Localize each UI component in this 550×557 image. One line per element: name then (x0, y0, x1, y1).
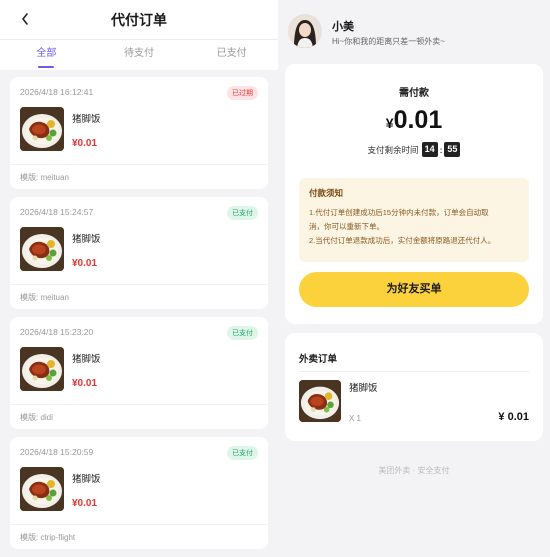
payment-notice: 付款须知 1.代付订单创建成功后15分钟内未付款，订单会自动取 消，你可以重新下… (299, 178, 529, 262)
user-subtitle: Hi~你和我的距离只差一顿外卖~ (332, 37, 445, 46)
order-card[interactable]: 2026/4/18 16:12:41 已过期 猪脚饭 ¥0.01 模版: mei… (10, 77, 268, 189)
footer-text: 美团外卖 · 安全支付 (378, 466, 450, 475)
notice-line: 2.当代付订单退款成功后，实付金额将原路退还代付人。 (309, 236, 496, 245)
food-image (20, 227, 64, 271)
tab-all[interactable]: 全部 (0, 40, 93, 70)
item-name: 猪脚饭 (349, 383, 378, 394)
template-label: 模版: meituan (20, 293, 69, 302)
divider (299, 371, 529, 372)
food-name: 猪脚饭 (72, 354, 101, 365)
order-card[interactable]: 2026/4/18 15:20:59 已支付 猪脚饭 ¥0.01 模版: ctr… (10, 437, 268, 549)
payment-panel: 小美 Hi~你和我的距离只差一顿外卖~ 需付款 ¥0.01 支付剩余时间 14:5… (278, 0, 550, 557)
timer-colon: : (439, 144, 443, 155)
item-quantity: X 1 (349, 414, 362, 423)
template-label: 模版: meituan (20, 173, 69, 182)
countdown-timer: 支付剩余时间 14:55 (285, 142, 543, 157)
food-name: 猪脚饭 (72, 114, 101, 125)
timer-minutes: 14 (421, 142, 438, 157)
food-image (20, 107, 64, 151)
order-card[interactable]: 2026/4/18 15:24:57 已支付 猪脚饭 ¥0.01 模版: mei… (10, 197, 268, 309)
top-bar: 代付订单 (0, 0, 278, 40)
order-time: 2026/4/18 15:20:59 (20, 447, 94, 457)
order-time: 2026/4/18 16:12:41 (20, 87, 94, 97)
notice-line: 消，你可以重新下单。 (309, 222, 384, 231)
timer-label: 支付剩余时间 (367, 144, 419, 155)
divider (10, 284, 268, 285)
status-badge: 已支付 (227, 206, 258, 220)
food-price: ¥0.01 (72, 498, 98, 509)
page-title: 代付订单 (111, 12, 167, 28)
user-header: 小美 Hi~你和我的距离只差一顿外卖~ (288, 14, 548, 54)
divider (10, 524, 268, 525)
food-price: ¥0.01 (72, 378, 98, 389)
food-image (299, 380, 341, 422)
status-badge: 已支付 (227, 326, 258, 340)
amount-value: ¥0.01 (285, 106, 543, 135)
payment-card: 需付款 ¥0.01 支付剩余时间 14:55 付款须知 1.代付订单创建成功后15… (285, 64, 543, 324)
status-badge: 已过期 (227, 86, 258, 100)
notice-line: 1.代付订单创建成功后15分钟内未付款，订单会自动取 (309, 208, 489, 217)
currency-symbol: ¥ (385, 115, 394, 131)
tab-bar: 全部 待支付 已支付 (0, 40, 278, 70)
divider (10, 164, 268, 165)
takeout-title: 外卖订单 (299, 354, 338, 365)
order-time: 2026/4/18 15:23:20 (20, 327, 94, 337)
pay-for-friend-button[interactable]: 为好友买单 (299, 272, 529, 307)
template-label: 模版: ctrip-flight (20, 533, 76, 542)
divider (10, 404, 268, 405)
template-label: 模版: didi (20, 413, 53, 422)
food-name: 猪脚饭 (72, 474, 101, 485)
food-image (20, 467, 64, 511)
tab-paid[interactable]: 已支付 (185, 40, 278, 70)
user-name: 小美 (332, 21, 354, 33)
food-price: ¥0.01 (72, 138, 98, 149)
avatar (288, 14, 322, 48)
takeout-order-card: 外卖订单 猪脚饭 X 1 ¥ 0.01 (285, 333, 543, 441)
status-badge: 已支付 (227, 446, 258, 460)
food-image (20, 347, 64, 391)
amount-label: 需付款 (399, 88, 429, 99)
notice-title: 付款须知 (309, 188, 344, 198)
item-price: ¥ 0.01 (498, 411, 529, 423)
tab-pending[interactable]: 待支付 (93, 40, 186, 70)
amount-number: 0.01 (393, 106, 443, 134)
food-name: 猪脚饭 (72, 234, 101, 245)
order-card[interactable]: 2026/4/18 15:23:20 已支付 猪脚饭 ¥0.01 模版: did… (10, 317, 268, 429)
timer-seconds: 55 (444, 142, 461, 157)
food-price: ¥0.01 (72, 258, 98, 269)
back-arrow-icon[interactable] (20, 11, 34, 29)
order-list-panel: 代付订单 全部 待支付 已支付 2026/4/18 16:12:41 已过期 猪… (0, 0, 278, 557)
order-time: 2026/4/18 15:24:57 (20, 207, 94, 217)
